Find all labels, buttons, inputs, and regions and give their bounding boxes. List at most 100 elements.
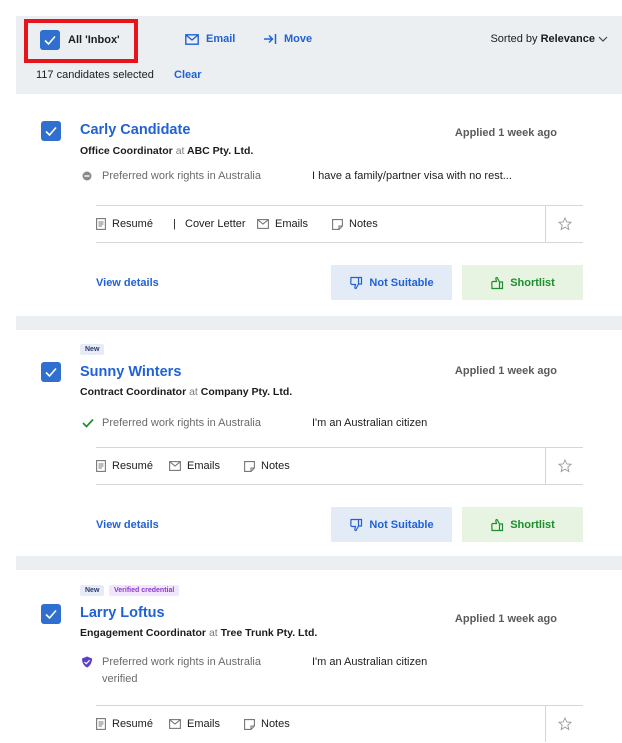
work-rights-value: I'm an Australian citizen <box>312 656 428 668</box>
resume-label: Resumé <box>112 218 153 230</box>
move-icon <box>264 34 277 44</box>
checkmark-icon <box>82 418 94 428</box>
shortlist-button[interactable]: Shortlist <box>462 507 583 542</box>
not-suitable-button[interactable]: Not Suitable <box>331 265 452 300</box>
role-company: ABC Pty. Ltd. <box>186 145 254 157</box>
envelope-icon <box>169 719 181 729</box>
move-button[interactable]: Move <box>263 33 312 45</box>
thumbs-down-icon <box>350 276 363 289</box>
role-at: at <box>189 386 198 398</box>
role-at: at <box>208 627 218 639</box>
work-rights-value: I'm an Australian citizen <box>312 417 428 429</box>
view-details-link[interactable]: View details <box>96 277 159 289</box>
thumbs-up-icon <box>491 276 504 289</box>
candidate-name[interactable]: Carly Candidate <box>80 122 190 138</box>
role-title: Contract Coordinator <box>80 386 187 398</box>
chevron-down-icon <box>598 36 608 42</box>
emails-link[interactable]: Emails <box>169 718 220 730</box>
shortlist-button[interactable]: Shortlist <box>462 265 583 300</box>
verified-credential-badge: Verified credential <box>109 585 180 596</box>
candidate-card: New Verified credential Larry Loftus Eng… <box>16 570 622 742</box>
resume-link[interactable]: Resumé <box>96 218 153 230</box>
candidate-role: Engagement Coordinator at Tree Trunk Pty… <box>80 627 317 639</box>
emails-label: Emails <box>275 218 309 230</box>
move-label: Move <box>284 33 313 45</box>
candidate-card: New Sunny Winters Contract Coordinator a… <box>16 330 622 556</box>
view-details-link[interactable]: View details <box>96 519 159 531</box>
star-icon <box>557 459 572 473</box>
notes-icon <box>332 218 343 230</box>
resume-link[interactable]: Resumé <box>96 460 153 472</box>
emails-link[interactable]: Emails <box>169 460 220 472</box>
work-rights-label: Preferred work rights in Australia <box>102 170 261 182</box>
document-icon <box>96 218 106 230</box>
notes-link[interactable]: Notes <box>332 218 378 230</box>
email-label: Email <box>206 33 236 45</box>
applied-date: Applied 1 week ago <box>454 365 557 377</box>
documents-row: Resumé Emails Notes <box>96 447 583 485</box>
highlight-box <box>24 19 138 63</box>
sort-dropdown[interactable]: Sorted by Relevance <box>490 33 608 45</box>
role-title: Engagement Coordinator <box>80 627 207 639</box>
documents-row: Resumé | Cover Letter Emails Notes <box>96 205 583 243</box>
notes-link[interactable]: Notes <box>244 460 290 472</box>
role-company: Company Pty. Ltd. <box>200 386 293 398</box>
not-suitable-button[interactable]: Not Suitable <box>331 507 452 542</box>
verified-shield-icon <box>82 656 92 668</box>
favourite-star-button[interactable] <box>545 706 583 742</box>
applied-date: Applied 1 week ago <box>454 127 557 139</box>
work-rights-value: I have a family/partner visa with no res… <box>312 170 512 182</box>
envelope-icon <box>169 461 181 471</box>
candidate-name[interactable]: Larry Loftus <box>80 605 165 621</box>
new-badge: New <box>80 344 105 355</box>
check-icon <box>45 609 57 620</box>
emails-label: Emails <box>187 718 221 730</box>
candidate-checkbox[interactable] <box>41 604 61 624</box>
email-button[interactable]: Email <box>185 33 235 45</box>
candidate-role: Office Coordinator at ABC Pty. Ltd. <box>80 145 253 157</box>
emails-label: Emails <box>187 460 221 472</box>
shortlist-label: Shortlist <box>510 518 555 531</box>
applied-date: Applied 1 week ago <box>454 613 557 625</box>
favourite-star-button[interactable] <box>545 206 583 242</box>
thumbs-up-icon <box>491 518 504 531</box>
clear-link[interactable]: Clear <box>174 69 202 81</box>
document-icon <box>96 460 106 472</box>
check-icon <box>45 367 57 378</box>
selected-count: 117 candidates selected <box>36 69 154 81</box>
role-title: Office Coordinator <box>80 145 173 157</box>
work-rights-label: Preferred work rights in Australia <box>102 417 261 429</box>
notes-icon <box>244 460 255 472</box>
not-suitable-label: Not Suitable <box>369 518 434 531</box>
notes-label: Notes <box>349 218 378 230</box>
resume-label: Resumé <box>112 460 153 472</box>
candidate-checkbox[interactable] <box>41 121 61 141</box>
neutral-status-icon <box>82 171 92 181</box>
not-suitable-label: Not Suitable <box>369 276 434 289</box>
notes-label: Notes <box>261 460 290 472</box>
new-badge: New <box>80 585 105 596</box>
star-icon <box>557 717 572 731</box>
sort-value: Relevance <box>540 33 595 45</box>
notes-icon <box>244 718 255 730</box>
sort-prefix: Sorted by <box>490 33 538 45</box>
role-at: at <box>175 145 185 157</box>
resume-link[interactable]: Resumé <box>96 718 153 730</box>
documents-row: Resumé Emails Notes <box>96 705 583 743</box>
document-icon <box>96 718 106 730</box>
favourite-star-button[interactable] <box>545 448 583 484</box>
cover-letter-link[interactable]: Cover Letter <box>185 218 246 230</box>
envelope-icon <box>185 33 199 45</box>
thumbs-down-icon <box>350 518 363 531</box>
envelope-icon <box>257 219 269 229</box>
resume-label: Resumé <box>112 718 153 730</box>
candidate-card: Carly Candidate Office Coordinator at AB… <box>16 94 622 316</box>
notes-link[interactable]: Notes <box>244 718 290 730</box>
candidate-checkbox[interactable] <box>41 362 61 382</box>
star-icon <box>557 217 572 231</box>
emails-link[interactable]: Emails <box>257 218 308 230</box>
check-icon <box>45 126 57 137</box>
candidate-role: Contract Coordinator at Company Pty. Ltd… <box>80 386 292 398</box>
work-rights-sub: verified <box>102 673 138 685</box>
candidate-name[interactable]: Sunny Winters <box>80 364 181 380</box>
